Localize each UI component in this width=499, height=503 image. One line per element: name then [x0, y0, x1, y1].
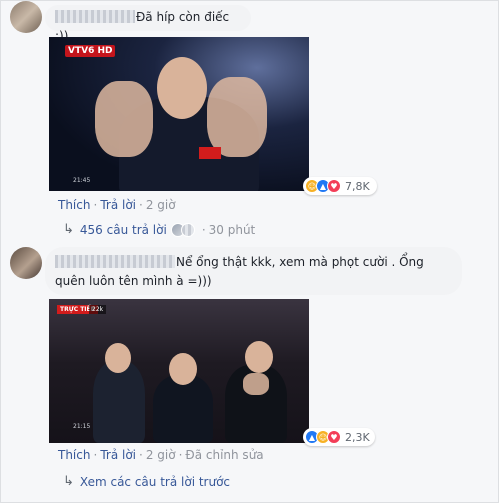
comment-photo[interactable]: TRỰC TIẾP 22k 21:15 — [49, 299, 309, 443]
view-replies-link[interactable]: ↳ 456 câu trả lời · 30 phút — [63, 222, 255, 237]
like-link[interactable]: Thích — [58, 198, 90, 212]
reply-link[interactable]: Trả lời — [100, 198, 136, 212]
comment-thread: Đã híp còn điếc :)) VTV6 HD 21:45 ☺ ▲ ♥ … — [0, 0, 499, 503]
comment-bubble: Nể ổng thật kkk, xem mà phọt cười . Ổng … — [45, 247, 462, 295]
love-icon: ♥ — [327, 179, 341, 193]
reply-link[interactable]: Trả lời — [100, 448, 136, 462]
person-face — [157, 57, 207, 119]
replies-count[interactable]: 456 câu trả lời — [80, 223, 167, 237]
separator-dot: · — [139, 448, 143, 462]
commenter-avatar[interactable] — [10, 247, 42, 279]
separator-dot: · — [139, 198, 143, 212]
person-face — [169, 353, 197, 385]
separator-dot: · — [93, 448, 98, 462]
separator-dot: · — [201, 222, 206, 237]
view-previous-replies-link[interactable]: ↳ Xem các câu trả lời trước — [63, 474, 230, 489]
comment-time[interactable]: 2 giờ — [146, 198, 176, 212]
comment-time[interactable]: 2 giờ — [146, 448, 176, 462]
reaction-summary[interactable]: ▲ ☺ ♥ 2,3K — [303, 428, 375, 446]
left-hand — [95, 81, 153, 157]
person-figure — [93, 361, 145, 443]
flag-patch — [199, 147, 221, 159]
comment-bubble: Đã híp còn điếc :)) — [45, 5, 251, 43]
reply-avatars — [170, 222, 195, 237]
blurred-commenter-name[interactable] — [55, 255, 175, 268]
reply-arrow-icon: ↳ — [63, 222, 74, 237]
channel-logo: VTV6 HD — [65, 45, 116, 57]
clapping-hands — [243, 373, 269, 395]
viewer-count: 22k — [89, 305, 107, 314]
reaction-count: 2,3K — [345, 430, 370, 444]
blurred-commenter-name[interactable] — [55, 10, 135, 23]
comment-actions: Thích · Trả lời · 2 giờ · Đã chỉnh sửa — [58, 448, 264, 462]
replies-time: 30 phút — [208, 222, 256, 237]
person-face — [245, 341, 273, 373]
right-hand — [207, 77, 267, 157]
reply-avatar — [180, 222, 195, 237]
separator-dot: · — [178, 448, 183, 462]
like-link[interactable]: Thích — [58, 448, 90, 462]
previous-replies-label[interactable]: Xem các câu trả lời trước — [80, 475, 230, 489]
commenter-avatar[interactable] — [10, 1, 42, 33]
reply-arrow-icon: ↳ — [63, 474, 74, 489]
person-face — [105, 343, 131, 373]
separator-dot: · — [93, 198, 98, 212]
comment-photo[interactable]: VTV6 HD 21:45 — [49, 37, 309, 191]
person-figure — [153, 375, 213, 443]
love-icon: ♥ — [327, 430, 341, 444]
video-timestamp: 21:45 — [73, 177, 91, 184]
comment-actions: Thích · Trả lời · 2 giờ — [58, 198, 176, 212]
edited-label[interactable]: Đã chỉnh sửa — [185, 448, 263, 462]
reaction-count: 7,8K — [345, 179, 370, 193]
video-timestamp: 21:15 — [73, 423, 91, 430]
reaction-summary[interactable]: ☺ ▲ ♥ 7,8K — [303, 177, 377, 195]
